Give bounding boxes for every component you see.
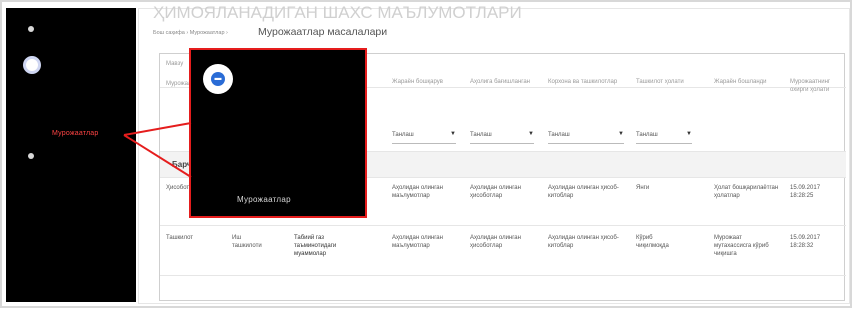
table-cell: Иш ташкилоти bbox=[232, 235, 262, 249]
table-cell: Янги bbox=[636, 185, 650, 191]
table-cell: Ҳисобот bbox=[166, 185, 190, 191]
sidebar-dot-icon[interactable] bbox=[28, 26, 34, 32]
table-cell: Мурожаат мутахассисга кўриб чиқишга bbox=[714, 235, 769, 257]
table-row[interactable]: Ташкилот Иш ташкилоти Табиий газ таъмино… bbox=[160, 228, 846, 276]
filter-select[interactable]: Танлаш ▼ bbox=[392, 131, 456, 144]
table-cell: Кўриб чиқилмоқда bbox=[636, 235, 669, 249]
filter-select[interactable]: Танлаш ▼ bbox=[548, 131, 624, 144]
table-cell: Аҳолидан олинган маълумотлар bbox=[392, 235, 443, 249]
table-cell: 15.09.2017 18:28:32 bbox=[790, 235, 821, 249]
chevron-down-icon: ▼ bbox=[450, 131, 456, 137]
column-header[interactable]: Жараён бошқарув bbox=[392, 78, 462, 86]
table-cell: Аҳолидан олинган ҳисоб-китоблар bbox=[548, 235, 619, 249]
column-header[interactable]: Мурожаатнинг охирги ҳолати bbox=[790, 78, 846, 94]
chat-icon-glyph: ▬ bbox=[211, 72, 225, 86]
column-header[interactable]: Жараён бошланди bbox=[714, 78, 784, 86]
column-header[interactable]: Ташкилот ҳолати bbox=[636, 78, 692, 86]
table-cell: Аҳолидан олинган ҳисоботлар bbox=[470, 235, 521, 249]
table-cell: 15.09.2017 18:28:25 bbox=[790, 185, 821, 199]
table-cell: Ҳолат бошқарилаётган ҳолатлар bbox=[714, 185, 779, 199]
table-cell: Аҳолидан олинган маълумотлар bbox=[392, 185, 443, 199]
column-header[interactable]: Корхона ва ташкилотлар bbox=[548, 78, 622, 86]
zoom-callout: ▬ Мурожаатлар bbox=[189, 48, 367, 218]
page-title: Мурожаатлар масалалари bbox=[258, 26, 388, 38]
table-cell: Ташкилот bbox=[166, 235, 194, 241]
table-cell: Табиий газ таъминотидаги муаммолар bbox=[294, 235, 337, 257]
column-header[interactable]: Мавзу bbox=[166, 60, 183, 68]
chevron-down-icon: ▼ bbox=[528, 131, 534, 137]
filter-select[interactable]: Танлаш ▼ bbox=[470, 131, 534, 144]
chevron-down-icon: ▼ bbox=[686, 131, 692, 137]
chevron-down-icon: ▼ bbox=[618, 131, 624, 137]
sidebar-item-appeals[interactable]: Мурожаатлар bbox=[52, 130, 98, 137]
column-header[interactable]: Аҳолига бағишланган bbox=[470, 78, 540, 86]
table-cell: Аҳолидан олинган ҳисоботлар bbox=[470, 185, 521, 199]
filter-select[interactable]: Танлаш ▼ bbox=[636, 131, 692, 144]
callout-label[interactable]: Мурожаатлар bbox=[237, 195, 291, 204]
breadcrumb[interactable]: Бош саҳифа › Мурожаатлар › bbox=[153, 30, 228, 36]
chat-bubble-icon[interactable] bbox=[23, 56, 41, 74]
table-cell: Аҳолидан олинган ҳисоб-китоблар bbox=[548, 185, 619, 199]
chat-bubble-icon[interactable]: ▬ bbox=[203, 64, 233, 94]
sidebar: Мурожаатлар bbox=[6, 8, 136, 302]
faded-page-header: ҲИМОЯЛАНАДИГАН ШАХС МАЪЛУМОТЛАРИ bbox=[153, 3, 522, 22]
app-window: Мурожаатлар ҲИМОЯЛАНАДИГАН ШАХС МАЪЛУМОТ… bbox=[0, 0, 852, 308]
sidebar-dot-icon[interactable] bbox=[28, 153, 34, 159]
